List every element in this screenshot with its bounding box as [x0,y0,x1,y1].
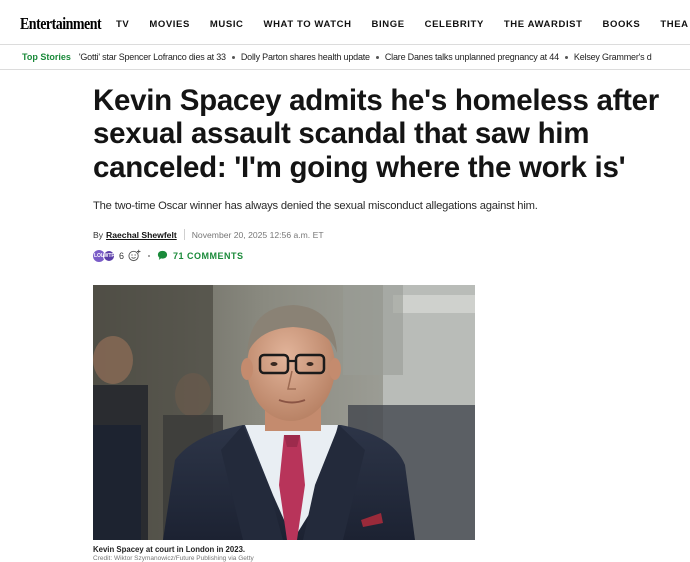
social-separator [148,254,151,257]
byline-prefix: By [93,229,104,240]
photo-credit: Credit: Wiktor Szymanowicz/Future Publis… [93,555,254,562]
nav-item-books[interactable]: BOOKS [603,19,641,30]
article-headline: Kevin Spacey admits he's homeless after … [93,84,659,184]
nav-item-celebrity[interactable]: CELEBRITY [425,19,484,30]
nav-item-movies[interactable]: MOVIES [149,19,190,30]
comment-bubble-icon[interactable] [157,250,168,261]
reaction-count: 6 [119,250,125,261]
publish-date: November 20, 2025 12:56 a.m. ET [191,229,324,240]
ticker-divider [0,69,690,70]
social-bar: LOL WTF 6 71 COMMENTS [93,249,244,262]
top-stories-ticker: Top Stories 'Gotti' star Spencer Lofranc… [22,52,652,62]
ticker-separator [564,55,568,59]
photo-caption: Kevin Spacey at court in London in 2023. [93,545,246,554]
ticker-item[interactable]: Dolly Parton shares health update [241,52,370,62]
ticker-separator [375,55,379,59]
ticker-item[interactable]: Kelsey Grammer's d [574,52,652,62]
nav-item-tv[interactable]: TV [116,19,129,30]
main-nav: TV MOVIES MUSIC WHAT TO WATCH BINGE CELE… [116,19,690,30]
byline-separator [183,229,185,240]
article-subhead: The two-time Oscar winner has always den… [93,200,538,212]
ticker-item[interactable]: 'Gotti' star Spencer Lofranco dies at 33 [79,52,226,62]
author-link[interactable]: Raechal Shewfelt [106,230,177,240]
ticker-separator [231,55,235,59]
nav-item-what-to-watch[interactable]: WHAT TO WATCH [264,19,352,30]
wtf-reaction-icon: WTF [103,249,115,262]
nav-item-music[interactable]: MUSIC [210,19,244,30]
article-photo [93,285,475,540]
nav-item-the-awardist[interactable]: THE AWARDIST [504,19,583,30]
byline: By Raechal Shewfelt November 20, 2025 12… [93,229,324,240]
nav-item-theater[interactable]: THEA [660,19,688,30]
comments-link[interactable]: 71 COMMENTS [173,251,244,261]
ticker-item[interactable]: Clare Danes talks unplanned pregnancy at… [385,52,559,62]
reactions-button[interactable]: LOL WTF [93,249,117,262]
add-reaction-icon[interactable] [128,249,141,262]
nav-item-binge[interactable]: BINGE [372,19,405,30]
site-logo[interactable]: Entertainment [20,14,102,34]
header-divider [0,44,690,45]
top-stories-label: Top Stories [22,52,71,62]
